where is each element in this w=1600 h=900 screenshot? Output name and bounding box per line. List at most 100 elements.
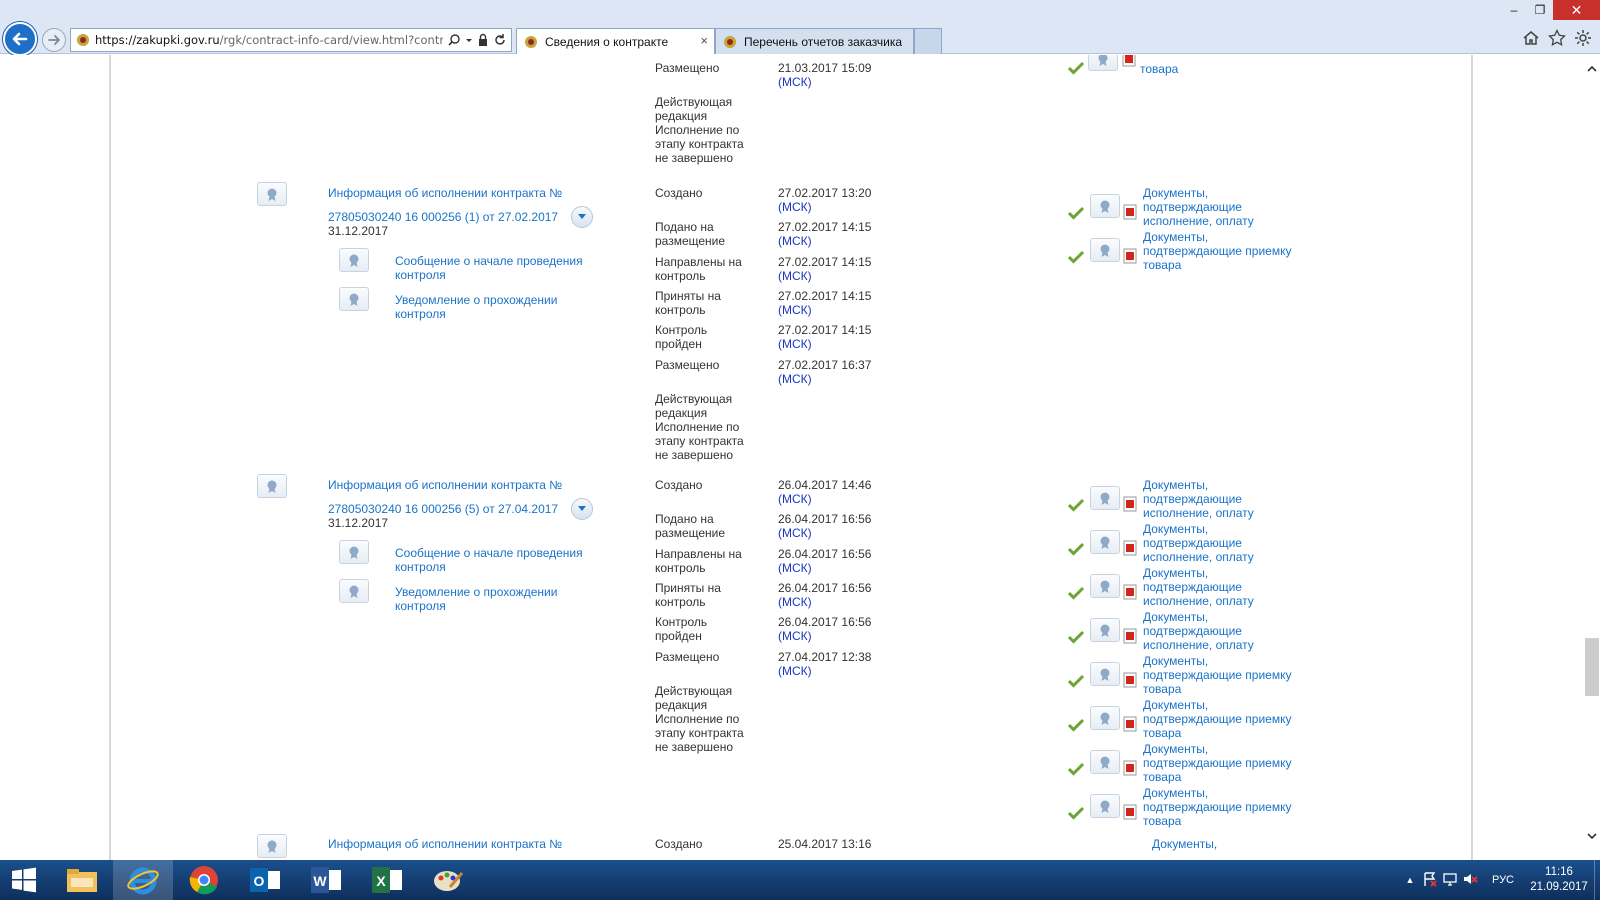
event-datetime: 27.02.2017 16:37 bbox=[778, 357, 872, 372]
entry-expand-button[interactable] bbox=[571, 498, 593, 520]
taskbar-word[interactable]: W bbox=[296, 860, 356, 900]
subitem-link[interactable]: Уведомление о прохождении контроля bbox=[395, 585, 557, 613]
network-icon[interactable] bbox=[1440, 871, 1460, 890]
home-icon[interactable] bbox=[1522, 29, 1540, 47]
back-button[interactable] bbox=[3, 22, 37, 56]
forward-button[interactable] bbox=[42, 28, 66, 52]
event-label-line: Контроль bbox=[655, 615, 708, 630]
event-datetime: 26.04.2017 16:56 bbox=[778, 512, 872, 527]
subitem-link[interactable]: Уведомление о прохождении контроля bbox=[395, 293, 557, 321]
chevron-down-icon[interactable] bbox=[465, 33, 473, 47]
subitem-link[interactable]: Сообщение о начале проведения контроля bbox=[395, 254, 583, 282]
scroll-down-icon[interactable] bbox=[1586, 830, 1598, 842]
pdf-file-icon[interactable] bbox=[1123, 628, 1137, 644]
input-language-indicator[interactable]: РУС bbox=[1492, 874, 1514, 886]
new-tab-button[interactable] bbox=[914, 28, 942, 54]
volume-muted-icon[interactable] bbox=[1460, 871, 1480, 890]
doc-link[interactable]: Документы, подтверждающие исполнение, опла… bbox=[1143, 478, 1254, 520]
action-center-flag-icon[interactable] bbox=[1420, 871, 1440, 890]
entry-number-link[interactable]: 27805030240 16 000256 (1) от 27.02.2017 bbox=[328, 210, 558, 224]
url-text[interactable]: https://zakupki.gov.ru/rgk/contract-info… bbox=[95, 33, 443, 47]
entry-title-link[interactable]: Информация об исполнении контракта № bbox=[328, 837, 562, 851]
signature-stamp-button[interactable] bbox=[1090, 486, 1120, 510]
pdf-file-icon[interactable] bbox=[1123, 248, 1137, 264]
signature-stamp-button[interactable] bbox=[1090, 662, 1120, 686]
tray-chevron-icon[interactable]: ▲ bbox=[1400, 875, 1420, 885]
address-bar[interactable]: https://zakupki.gov.ru/rgk/contract-info… bbox=[70, 28, 512, 52]
pdf-file-icon[interactable] bbox=[1123, 804, 1137, 820]
pdf-file-icon[interactable] bbox=[1123, 540, 1137, 556]
subitem-stamp-button[interactable] bbox=[339, 248, 369, 272]
minimize-button[interactable]: – bbox=[1501, 0, 1527, 20]
seal-icon bbox=[1100, 492, 1110, 505]
event-datetime: 27.04.2017 12:38 bbox=[778, 649, 872, 664]
doc-link[interactable]: Документы, подтверждающие приемку товара bbox=[1143, 230, 1291, 272]
seal-icon bbox=[267, 840, 277, 853]
tab-close-icon[interactable]: × bbox=[700, 33, 708, 48]
signature-stamp-button[interactable] bbox=[1088, 55, 1118, 71]
signature-stamp-button[interactable] bbox=[1090, 194, 1120, 218]
scrollbar-thumb[interactable] bbox=[1585, 638, 1599, 696]
pdf-file-icon[interactable] bbox=[1123, 760, 1137, 776]
entry-stamp-button[interactable] bbox=[257, 182, 287, 206]
vertical-scrollbar[interactable] bbox=[1584, 55, 1600, 860]
entry-number-link[interactable]: 27805030240 16 000256 (5) от 27.04.2017 bbox=[328, 502, 558, 516]
signature-stamp-button[interactable] bbox=[1090, 238, 1120, 262]
subitem-stamp-button[interactable] bbox=[339, 579, 369, 603]
entry-title-link[interactable]: Информация об исполнении контракта № bbox=[328, 478, 562, 492]
taskbar-file-explorer[interactable] bbox=[52, 860, 112, 900]
doc-link[interactable]: Документы, подтверждающие приемку товара bbox=[1143, 742, 1291, 784]
taskbar-paint[interactable] bbox=[418, 860, 478, 900]
taskbar-excel[interactable]: X bbox=[357, 860, 417, 900]
taskbar-chrome[interactable] bbox=[174, 860, 234, 900]
scroll-up-icon[interactable] bbox=[1586, 63, 1598, 75]
entry-stamp-button[interactable] bbox=[257, 474, 287, 498]
excel-icon: X bbox=[372, 867, 402, 893]
taskbar-outlook[interactable]: O bbox=[235, 860, 295, 900]
tab-contract-info[interactable]: Сведения о контракте × bbox=[516, 28, 715, 54]
doc-link[interactable]: Документы, подтверждающие исполнение, опла… bbox=[1143, 566, 1254, 608]
pdf-file-icon[interactable] bbox=[1123, 496, 1137, 512]
pdf-file-icon[interactable] bbox=[1123, 584, 1137, 600]
pdf-file-icon[interactable] bbox=[1122, 55, 1136, 67]
doc-link[interactable]: Документы, подтверждающие исполнение, опла… bbox=[1143, 186, 1254, 228]
restore-button[interactable]: ❐ bbox=[1527, 0, 1553, 20]
doc-link[interactable]: Документы, подтверждающие приемку товара bbox=[1143, 786, 1291, 828]
doc-link[interactable]: Документы, подтверждающие исполнение, опла… bbox=[1143, 522, 1254, 564]
entry-title-link[interactable]: Информация об исполнении контракта № bbox=[328, 186, 562, 200]
entry-expand-button[interactable] bbox=[571, 206, 593, 228]
doc-link[interactable]: Документы, подтверждающие приемку товара bbox=[1143, 698, 1291, 740]
settings-gear-icon[interactable] bbox=[1574, 29, 1592, 47]
timezone-label: (МСК) bbox=[778, 492, 812, 506]
pdf-file-icon[interactable] bbox=[1123, 204, 1137, 220]
doc-link[interactable]: Документы, подтверждающие приемку товара bbox=[1143, 654, 1291, 696]
tab-customer-reports[interactable]: Перечень отчетов заказчика bbox=[715, 28, 914, 54]
subitem-stamp-button[interactable] bbox=[339, 540, 369, 564]
show-desktop-button[interactable] bbox=[1594, 860, 1600, 900]
start-button[interactable] bbox=[0, 860, 48, 900]
search-icon[interactable] bbox=[447, 33, 461, 47]
doc-row: Документы, подтверждающие приемку товара bbox=[1068, 230, 1291, 272]
signature-stamp-button[interactable] bbox=[1090, 794, 1120, 818]
favorites-star-icon[interactable] bbox=[1548, 29, 1566, 47]
close-window-button[interactable]: ✕ bbox=[1553, 0, 1600, 20]
pdf-file-icon[interactable] bbox=[1123, 672, 1137, 688]
signature-stamp-button[interactable] bbox=[1090, 530, 1120, 554]
clock[interactable]: 11:16 21.09.2017 bbox=[1524, 865, 1594, 895]
signature-stamp-button[interactable] bbox=[1090, 750, 1120, 774]
signature-stamp-button[interactable] bbox=[1090, 618, 1120, 642]
signature-stamp-button[interactable] bbox=[1090, 574, 1120, 598]
doc-link[interactable]: Документы, bbox=[1152, 837, 1217, 851]
refresh-icon[interactable] bbox=[493, 33, 507, 47]
doc-link[interactable]: Документы, подтверждающие исполнение, опла… bbox=[1143, 610, 1254, 652]
entry-stamp-button[interactable] bbox=[257, 834, 287, 858]
subitem-link[interactable]: Сообщение о начале проведения контроля bbox=[395, 546, 583, 574]
lock-icon[interactable] bbox=[477, 33, 489, 47]
event-label: Размещено bbox=[655, 358, 719, 372]
signature-stamp-button[interactable] bbox=[1090, 706, 1120, 730]
subitem-stamp-button[interactable] bbox=[339, 287, 369, 311]
doc-link[interactable]: товара bbox=[1140, 55, 1178, 76]
taskbar-internet-explorer[interactable] bbox=[113, 860, 173, 900]
status-line: редакция bbox=[655, 405, 708, 420]
pdf-file-icon[interactable] bbox=[1123, 716, 1137, 732]
